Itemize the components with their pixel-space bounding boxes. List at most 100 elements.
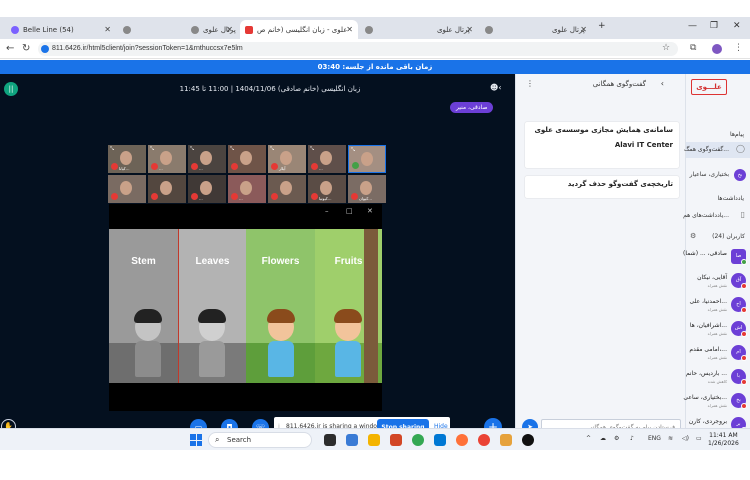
sidebar-item-private-chat[interactable]: بختیاری، ساعیار بخ xyxy=(686,167,750,183)
profile-avatar-icon[interactable] xyxy=(712,44,722,54)
restore-icon[interactable]: ❐ xyxy=(710,21,718,31)
tab-english-class[interactable]: علوی - زبان انگلیسی (خانم ص ✕ xyxy=(240,20,358,39)
app-icon[interactable] xyxy=(500,434,512,446)
chevron-left-icon[interactable]: ‹ xyxy=(661,79,664,88)
firefox-icon[interactable] xyxy=(456,434,468,446)
video-tile[interactable]: ⤡... xyxy=(188,145,226,173)
mic-off-icon xyxy=(191,163,198,170)
wifi-icon[interactable]: ≋ xyxy=(668,435,673,442)
user-list-item[interactable]: ام امامی مقدم،... نقش همراه xyxy=(686,341,750,365)
status-dot xyxy=(741,331,747,337)
notes-icon: ▯ xyxy=(740,210,745,219)
tray-icon[interactable]: ☁ xyxy=(600,435,606,442)
taskbar-search[interactable]: ⌕ Search xyxy=(208,432,312,448)
battery-icon[interactable]: ▭ xyxy=(696,435,702,442)
tray-chevron-icon[interactable]: ^ xyxy=(586,435,591,442)
video-tile[interactable] xyxy=(268,175,306,203)
task-view-icon[interactable] xyxy=(324,434,336,446)
chat-panel: ⋮ گفت‌وگوی همگانی ‹ سامانه‌ی همایش مجازی… xyxy=(515,74,685,447)
video-tile[interactable]: ⤡ کیانا... xyxy=(108,145,146,173)
video-tile[interactable]: ... xyxy=(188,175,226,203)
user-list-item[interactable]: اح احمدنیا، علی... نقش همراه xyxy=(686,293,750,317)
mic-icon[interactable]: ♪ xyxy=(630,435,634,442)
participant-name: ... xyxy=(319,166,323,171)
user-menu-icon[interactable]: ☻‹ xyxy=(490,83,502,92)
mic-off-icon xyxy=(311,163,318,170)
powerpoint-icon[interactable] xyxy=(390,434,402,446)
new-tab-button[interactable]: + xyxy=(598,21,606,31)
chrome-icon[interactable] xyxy=(412,434,424,446)
sidebar: علـــوی پیام‌ها گفت‌وگوی همگ... ◯ بختیار… xyxy=(683,74,750,447)
chat-options-icon[interactable]: ⋮ xyxy=(526,79,534,88)
sidebar-item-shared-notes[interactable]: یادداشت‌های هم... ▯ xyxy=(683,208,750,224)
user-list-item[interactable]: اش اشرافیان، ها... نقش همراه xyxy=(686,317,750,341)
close-window-icon[interactable]: ✕ xyxy=(733,21,741,31)
label-fruits: Fruits xyxy=(334,256,363,267)
language-indicator[interactable]: ENG xyxy=(648,435,661,442)
user-list-item[interactable]: آق آقایی، نیکان نقش همراه xyxy=(686,269,750,293)
expand-icon[interactable]: ⤡ xyxy=(110,146,114,152)
share-minimize-icon[interactable]: – xyxy=(325,207,329,215)
tab-portal-2[interactable]: پرتال علوی ✕ xyxy=(360,20,478,39)
video-tile[interactable]: کیوتیا... xyxy=(308,175,346,203)
site-info-icon[interactable] xyxy=(41,45,49,53)
notes-section-title: یادداشت‌ها xyxy=(717,195,744,202)
presenter-badge: صادقی، منیر xyxy=(450,102,494,113)
participant-face xyxy=(320,151,332,165)
video-tile-speaking[interactable]: ⤡ xyxy=(348,145,386,173)
close-tab-icon[interactable]: ✕ xyxy=(466,25,473,34)
sidebar-item-public-chat[interactable]: گفت‌وگوی همگ... ◯ xyxy=(684,142,750,158)
app-icon[interactable] xyxy=(346,434,358,446)
system-clock[interactable]: 11:41 AM 1/26/2026 xyxy=(708,432,739,448)
expand-icon[interactable]: ⤡ xyxy=(351,147,355,153)
tab-belle-line[interactable]: Belle Line (54) ✕ xyxy=(6,20,116,39)
close-tab-icon[interactable]: ✕ xyxy=(226,25,233,34)
video-tile[interactable]: ⤡ xyxy=(228,145,266,173)
expand-icon[interactable]: ⤡ xyxy=(270,146,274,152)
tab-portal-1[interactable]: پرتال علوی ✕ xyxy=(186,20,238,39)
share-maximize-icon[interactable]: □ xyxy=(346,207,353,215)
gear-icon[interactable]: ⚙ xyxy=(690,232,696,240)
user-list-item[interactable]: با باردیس، حانم ... کاهش شده xyxy=(686,365,750,389)
user-list-item[interactable]: صا صادقی، ... (شما) xyxy=(683,245,750,269)
status-dot xyxy=(741,355,747,361)
user-list-item[interactable]: بخ بختیاری، ساعی... نقش همراه xyxy=(683,389,750,413)
user-name: اشرافیان، ها... xyxy=(689,322,727,329)
volume-icon[interactable]: ◁) xyxy=(682,435,689,442)
taskbar: ⌕ Search ^ ☁ ⚙ ♪ ENG ≋ ◁) ▭ 11:41 AM 1/2… xyxy=(0,428,750,450)
expand-icon[interactable]: ⤡ xyxy=(150,146,154,152)
close-tab-icon[interactable]: ✕ xyxy=(580,25,587,34)
expand-icon[interactable]: ⤡ xyxy=(310,146,314,152)
close-tab-icon[interactable]: ✕ xyxy=(104,25,111,34)
media-player-icon[interactable] xyxy=(522,434,534,446)
video-tile[interactable] xyxy=(108,175,146,203)
minimize-icon[interactable]: — xyxy=(688,21,697,31)
close-tab-icon[interactable]: ✕ xyxy=(346,25,353,34)
menu-dots-icon[interactable]: ⋮ xyxy=(734,43,743,53)
tree-trunk xyxy=(364,229,378,383)
video-tile[interactable]: ⤡... xyxy=(148,145,186,173)
share-close-icon[interactable]: ✕ xyxy=(367,207,373,215)
tray-icon[interactable]: ⚙ xyxy=(614,435,619,442)
mic-off-icon xyxy=(111,193,118,200)
extensions-icon[interactable]: ⧉ xyxy=(690,43,696,53)
video-tile[interactable]: ... xyxy=(228,175,266,203)
video-tile[interactable]: ⤡... xyxy=(308,145,346,173)
expand-icon[interactable]: ⤡ xyxy=(230,146,234,152)
vscode-icon[interactable] xyxy=(434,434,446,446)
panel-fruits: Fruits xyxy=(315,229,382,383)
participant-name: کیوان... xyxy=(359,196,373,201)
back-icon[interactable]: ← xyxy=(6,43,14,54)
video-tile[interactable]: ⤡ آیلار xyxy=(268,145,306,173)
tab-portal-3[interactable]: پرتال علوی ✕ xyxy=(480,20,592,39)
windows-start-icon[interactable] xyxy=(190,434,202,446)
reload-icon[interactable]: ↻ xyxy=(22,43,30,54)
file-explorer-icon[interactable] xyxy=(368,434,380,446)
expand-icon[interactable]: ⤡ xyxy=(190,146,194,152)
video-tile[interactable] xyxy=(148,175,186,203)
tab-blank[interactable] xyxy=(118,20,184,39)
url-field[interactable]: 811.6426.ir/html5client/join?sessionToke… xyxy=(38,42,678,56)
chrome-alt-icon[interactable] xyxy=(478,434,490,446)
bookmark-star-icon[interactable]: ☆ xyxy=(662,43,670,53)
video-tile[interactable]: کیوان... xyxy=(348,175,386,203)
